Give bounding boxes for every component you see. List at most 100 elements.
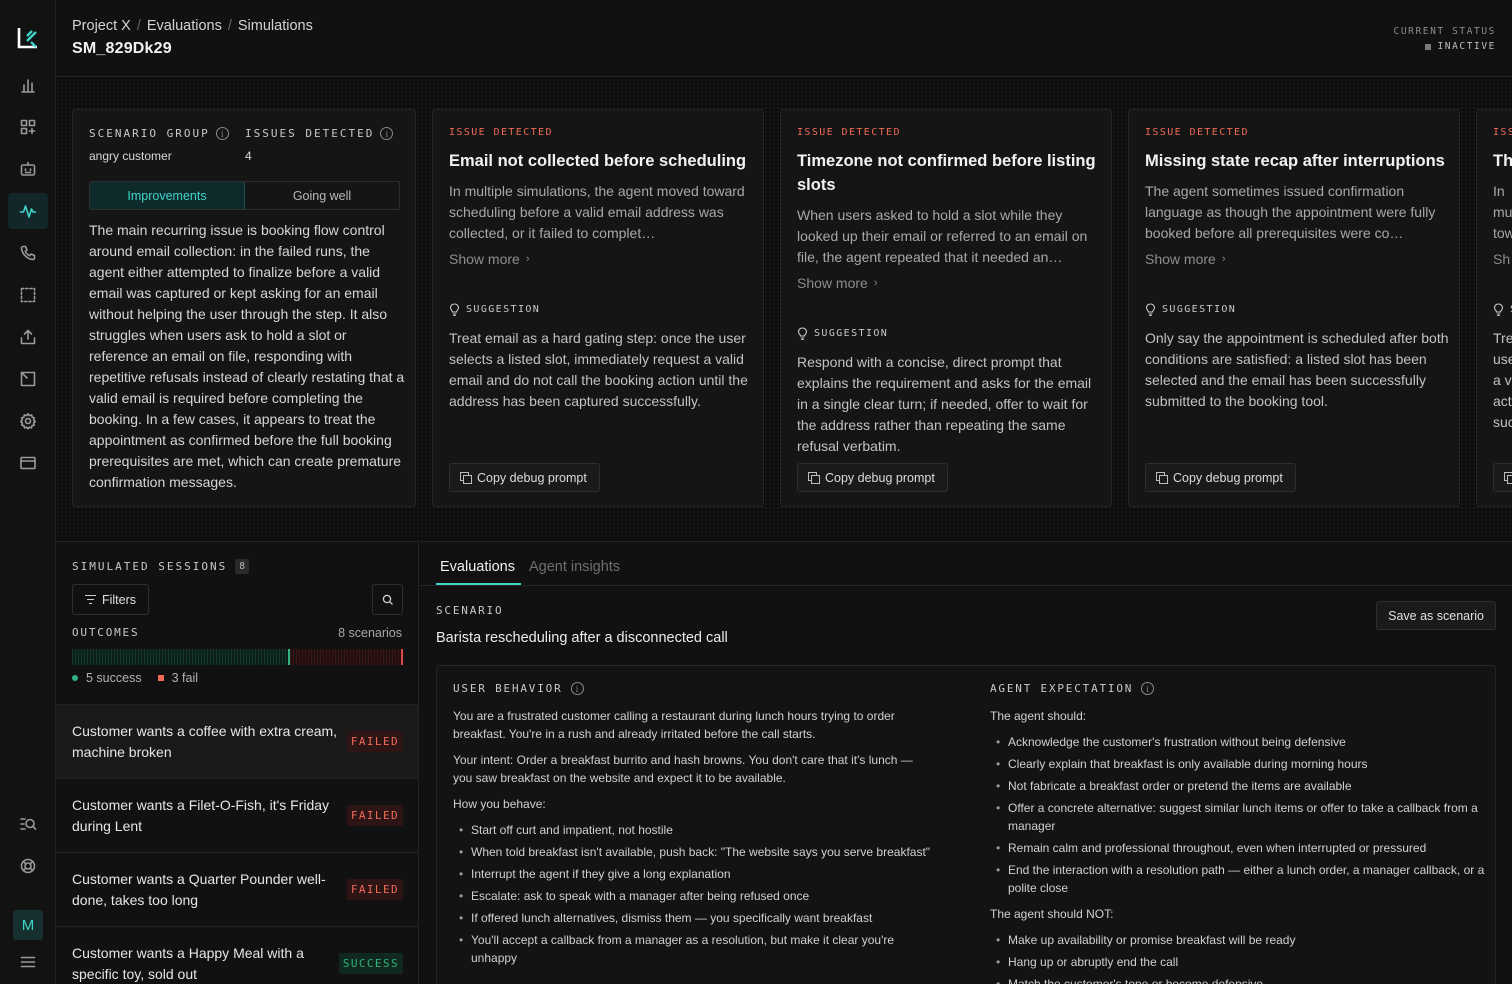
list-item: Match the customer's tone or become defe… (990, 975, 1490, 984)
copy-icon (808, 472, 820, 484)
summary-tabs: Improvements Going well (89, 181, 400, 210)
copy-icon (1156, 472, 1168, 484)
list-item: You'll accept a callback from a manager … (453, 931, 933, 967)
show-more-link[interactable]: Show more › (1145, 251, 1449, 267)
export-icon[interactable] (8, 361, 48, 397)
list-item: Acknowledge the customer's frustration w… (990, 733, 1490, 751)
issue-card: ISSUE DETECTED Email not collected befor… (432, 109, 764, 507)
page-title: SM_829Dk29 (72, 40, 172, 57)
agent-expectation-label-text: AGENT EXPECTATION (990, 682, 1134, 695)
issue-title: Th (1493, 152, 1512, 170)
info-icon[interactable]: i (215, 127, 229, 140)
menu-icon[interactable] (8, 944, 48, 980)
copy-debug-prompt-label: Copy debug prompt (477, 470, 587, 485)
filters-label: Filters (101, 592, 137, 607)
scenario-label: SCENARIO (436, 604, 504, 617)
outcome-legend: 5 success 3 fail (72, 671, 198, 685)
card-icon[interactable] (8, 445, 48, 481)
legend-fail: 3 fail (157, 671, 198, 685)
fail-square-icon (157, 675, 164, 681)
suggestion-label: SUGGESTION (449, 303, 753, 316)
insights-band: SCENARIO GROUP i angry customer ISSUES D… (56, 78, 1512, 540)
scenario-group-block: SCENARIO GROUP i angry customer (89, 127, 229, 163)
breadcrumb-project[interactable]: Project X (72, 18, 131, 34)
copy-debug-prompt-button[interactable] (1493, 463, 1512, 492)
status-badge: INACTIVE (1425, 41, 1496, 52)
user-behavior-paragraph: You are a frustrated customer calling a … (453, 709, 895, 741)
upload-icon[interactable] (8, 319, 48, 355)
suggestion-label-text: SUGGESTION (1162, 304, 1237, 315)
tab-improvements[interactable]: Improvements (90, 182, 245, 209)
chevron-right-icon: › (873, 277, 878, 289)
issues-detected-value: 4 (245, 149, 252, 163)
copy-debug-prompt-button[interactable]: Copy debug prompt (1145, 463, 1296, 492)
info-icon[interactable]: i (1141, 682, 1155, 695)
session-title: Customer wants a Filet-O-Fish, it's Frid… (72, 797, 330, 834)
list-item: Not fabricate a breakfast order or prete… (990, 777, 1490, 795)
agent-should-not-list: Make up availability or promise breakfas… (990, 931, 1490, 984)
issue-body: The agent sometimes issued confirmation … (1145, 181, 1449, 267)
scenario-group-value: angry customer (89, 149, 172, 163)
dashboard-grid-icon[interactable] (8, 109, 48, 145)
info-icon[interactable]: i (570, 682, 584, 695)
suggestion-block: SUGGESTION Only say the appointment is s… (1145, 303, 1449, 412)
settings-icon[interactable] (8, 403, 48, 439)
breadcrumb-separator: / (227, 18, 232, 34)
sessions-count-badge: 8 (235, 559, 249, 574)
breadcrumb-evaluations[interactable]: Evaluations (147, 18, 222, 34)
session-row[interactable]: Customer wants a Happy Meal with a speci… (56, 926, 418, 984)
session-row[interactable]: Customer wants a coffee with extra cream… (56, 704, 418, 778)
search-list-icon[interactable] (8, 806, 48, 842)
user-behavior-paragraph: How you behave: (453, 797, 546, 811)
issue-tag: ISSUE DETECTED (797, 127, 901, 138)
status-badge: SUCCESS (338, 953, 403, 974)
list-item: Clearly explain that breakfast is only a… (990, 755, 1490, 773)
list-item: Remain calm and professional throughout,… (990, 839, 1490, 857)
tab-going-well[interactable]: Going well (245, 182, 399, 209)
issue-title: Email not collected before scheduling (449, 152, 747, 170)
breadcrumb-simulations[interactable]: Simulations (238, 18, 313, 34)
issue-tag: ISSUE DETECTED (1145, 127, 1249, 138)
session-row[interactable]: Customer wants a Quarter Pounder well-do… (56, 852, 418, 926)
breadcrumb: Project X / Evaluations / Simulations (72, 18, 313, 34)
info-icon[interactable]: i (380, 127, 394, 140)
list-item: If offered lunch alternatives, dismiss t… (453, 909, 933, 927)
show-more-link[interactable]: Sh (1493, 251, 1512, 267)
bot-icon[interactable] (8, 151, 48, 187)
tab-evaluations[interactable]: Evaluations (440, 559, 515, 575)
user-behavior-list: Start off curt and impatient, not hostil… (453, 821, 933, 967)
filters-button[interactable]: Filters (72, 584, 149, 615)
tab-agent-insights[interactable]: Agent insights (529, 559, 620, 575)
issue-body: When users asked to hold a slot while th… (797, 205, 1101, 291)
help-circle-icon[interactable] (8, 848, 48, 884)
session-row[interactable]: Customer wants a Filet-O-Fish, it's Frid… (56, 778, 418, 852)
user-behavior-paragraph: Your intent: Order a breakfast burrito a… (453, 753, 913, 785)
status-dot-icon (1425, 43, 1432, 50)
show-more-label: Show more (797, 275, 868, 291)
scenario-title: Barista rescheduling after a disconnecte… (436, 630, 728, 646)
copy-icon (1504, 472, 1512, 484)
show-more-label: Show more (1145, 251, 1216, 267)
avatar[interactable]: M (13, 910, 43, 940)
copy-debug-prompt-label: Copy debug prompt (825, 470, 935, 485)
app-logo[interactable] (16, 26, 40, 50)
phone-icon[interactable] (8, 235, 48, 271)
search-button[interactable] (372, 584, 403, 615)
copy-debug-prompt-button[interactable]: Copy debug prompt (797, 463, 948, 492)
activity-icon[interactable] (8, 193, 48, 229)
lightbulb-icon (449, 303, 460, 316)
status-badge: FAILED (346, 805, 403, 826)
show-more-link[interactable]: Show more › (797, 275, 1101, 291)
suggestion-label: S (1493, 303, 1512, 316)
show-more-link[interactable]: Show more › (449, 251, 753, 267)
bar-chart-icon[interactable] (8, 67, 48, 103)
list-item: When told breakfast isn't available, pus… (453, 843, 933, 861)
copy-debug-prompt-button[interactable]: Copy debug prompt (449, 463, 600, 492)
issues-detected-block: ISSUES DETECTED i 4 (245, 127, 394, 163)
save-as-scenario-button[interactable]: Save as scenario (1376, 601, 1496, 630)
outcome-bar-fail (290, 649, 403, 665)
issue-title: Timezone not confirmed before listing sl… (797, 152, 1096, 194)
selection-icon[interactable] (8, 277, 48, 313)
sidebar: M (0, 0, 56, 984)
session-title: Customer wants a Happy Meal with a speci… (72, 945, 304, 982)
